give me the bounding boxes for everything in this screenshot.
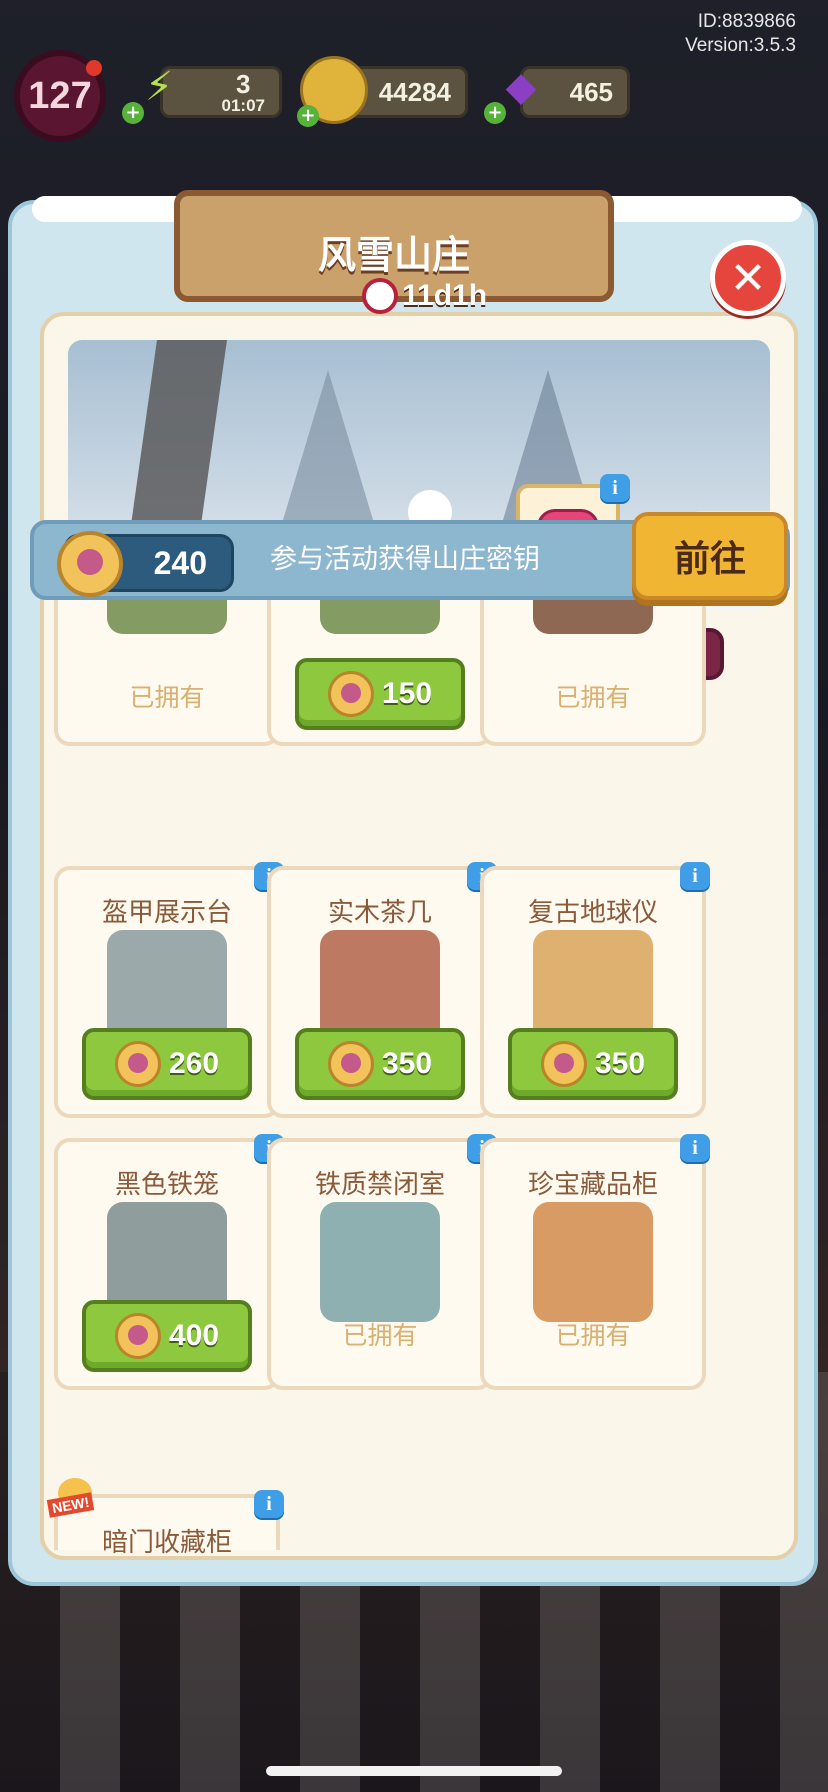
event-timer: 11d1h xyxy=(362,276,487,316)
new-badge: NEW! xyxy=(46,1478,100,1518)
key-count: 240 xyxy=(153,544,207,581)
level-badge[interactable]: 127 xyxy=(14,50,106,142)
item-name: 珍宝藏品柜 xyxy=(527,1170,658,1200)
buy-button[interactable]: 400 xyxy=(82,1300,252,1372)
new-label: NEW! xyxy=(46,1492,95,1518)
buy-button[interactable]: 350 xyxy=(295,1028,465,1100)
clock-icon xyxy=(362,278,398,314)
go-button[interactable]: 前往 xyxy=(632,512,788,600)
furniture-card[interactable]: 已拥有 xyxy=(54,554,280,746)
add-energy-icon[interactable]: + xyxy=(122,102,144,124)
price-value: 260 xyxy=(168,1047,220,1080)
furniture-card[interactable]: 黑色铁笼i400 xyxy=(54,1134,284,1390)
item-name: 铁质禁闭室 xyxy=(314,1170,445,1200)
furniture-image xyxy=(320,1202,440,1322)
furniture-card[interactable]: 已拥有 xyxy=(480,554,706,746)
owned-label: 已拥有 xyxy=(555,683,631,712)
furniture-card[interactable]: 150 xyxy=(267,554,493,746)
info-icon[interactable]: i xyxy=(600,474,630,502)
furniture-card[interactable]: 实木茶几i350 xyxy=(267,862,497,1118)
key-coin-icon xyxy=(114,1041,161,1087)
close-icon: ✕ xyxy=(729,252,767,304)
lightning-icon: ⚡ + xyxy=(122,56,190,124)
item-name: 黑色铁笼 xyxy=(114,1170,219,1200)
furniture-card[interactable]: 盔甲展示台i260 xyxy=(54,862,284,1118)
furniture-image xyxy=(533,1202,653,1322)
level-value: 127 xyxy=(28,74,92,117)
info-icon[interactable]: i xyxy=(680,862,710,890)
player-id: ID:8839866 xyxy=(697,11,796,32)
key-coin-icon xyxy=(327,1041,374,1087)
key-coin-icon xyxy=(114,1313,161,1359)
key-coin-icon xyxy=(57,531,123,597)
energy-count: 3 xyxy=(236,68,251,99)
item-name: 盔甲展示台 xyxy=(101,898,232,928)
buy-button[interactable]: 350 xyxy=(508,1028,678,1100)
owned-label: 已拥有 xyxy=(342,1321,418,1350)
event-title: 风雪山庄 xyxy=(317,233,470,277)
buy-button[interactable]: 260 xyxy=(82,1028,252,1100)
furniture-card[interactable]: 铁质禁闭室i已拥有 xyxy=(267,1134,497,1390)
task-description: 参与活动获得山庄密钥 xyxy=(270,544,540,575)
gem-icon: ◆ + xyxy=(484,56,552,124)
price-value: 400 xyxy=(168,1319,220,1352)
furniture-card[interactable]: 复古地球仪 i 350 xyxy=(480,862,710,1118)
close-button[interactable]: ✕ xyxy=(710,240,786,316)
home-indicator[interactable] xyxy=(266,1766,562,1776)
price-value: 350 xyxy=(594,1047,646,1080)
item-name: 实木茶几 xyxy=(327,898,432,928)
owned-label: 已拥有 xyxy=(129,683,205,712)
furniture-card[interactable]: 珍宝藏品柜 i 已拥有 xyxy=(480,1134,710,1390)
energy-timer: 01:07 xyxy=(221,95,265,115)
key-counter: 240 xyxy=(57,531,234,597)
add-gems-icon[interactable]: + xyxy=(484,102,506,124)
add-coins-icon[interactable]: + xyxy=(297,105,319,127)
key-coin-icon xyxy=(540,1041,587,1087)
key-coin-icon xyxy=(327,671,374,717)
coins-value: 44284 xyxy=(378,76,451,107)
info-icon[interactable]: i xyxy=(254,1490,284,1518)
info-icon[interactable]: i xyxy=(680,1134,710,1162)
price-value: 150 xyxy=(381,677,433,710)
go-label: 前往 xyxy=(673,539,746,580)
item-name: 暗门收藏柜 xyxy=(101,1528,232,1558)
item-name: 复古地球仪 xyxy=(527,898,658,928)
event-modal: x1 i 风雪山庄 11d1h ✕ 已拥有150已拥有盔甲展示台i260实木茶几… xyxy=(8,190,818,1586)
gems-value: 465 xyxy=(569,76,613,107)
key-task-bar: 240 参与活动获得山庄密钥 前往 xyxy=(30,512,790,600)
buy-button[interactable]: 150 xyxy=(295,658,465,730)
time-left: 11d1h xyxy=(402,279,488,312)
top-hud: 127 3 01:07 ⚡ + 44284 + 465 ◆ + xyxy=(10,50,818,142)
owned-label: 已拥有 xyxy=(555,1321,631,1350)
price-value: 350 xyxy=(381,1047,433,1080)
notification-dot xyxy=(86,60,102,76)
coin-icon: + xyxy=(297,56,368,127)
